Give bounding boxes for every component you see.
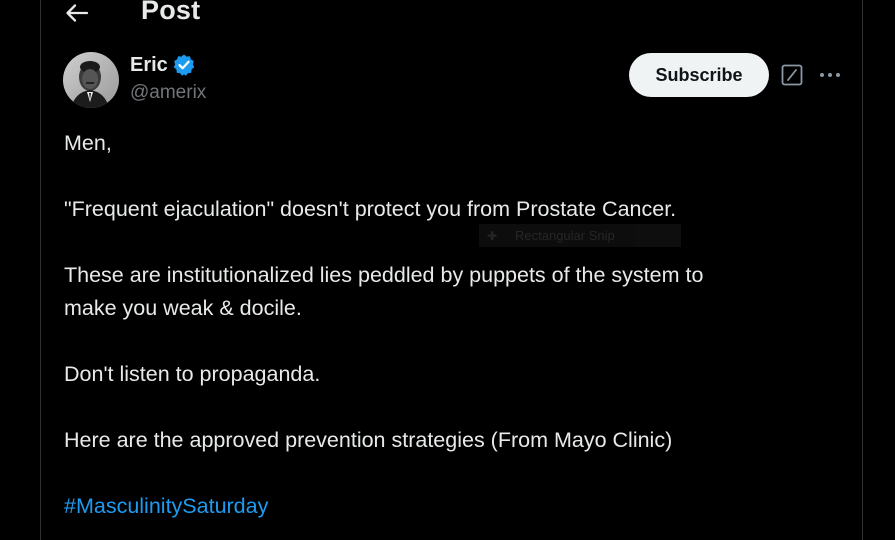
author-name-row: Eric bbox=[130, 53, 196, 77]
back-button[interactable] bbox=[61, 0, 93, 26]
page-title: Post bbox=[141, 0, 201, 25]
author-name[interactable]: Eric bbox=[130, 54, 168, 77]
post-column: Post Eric @amerix Subscribe Men, "Freque… bbox=[40, 0, 863, 540]
author-handle[interactable]: @amerix bbox=[130, 82, 206, 104]
snip-label: Rectangular Snip bbox=[515, 228, 615, 243]
avatar[interactable] bbox=[63, 52, 119, 108]
arrow-left-icon bbox=[66, 4, 89, 22]
verified-badge-icon[interactable] bbox=[172, 53, 196, 77]
snip-icon: ✚ bbox=[487, 228, 498, 243]
tweet-text-line: Men, bbox=[64, 131, 112, 155]
tweet-text-line: Don't listen to propaganda. bbox=[64, 362, 321, 386]
tweet-text-line: These are institutionalized lies peddled… bbox=[64, 263, 704, 287]
hashtag-link[interactable]: #MasculinitySaturday bbox=[64, 490, 268, 523]
subscribe-button[interactable]: Subscribe bbox=[629, 53, 769, 97]
snip-tool-overlay: ✚ Rectangular Snip bbox=[479, 224, 681, 247]
more-dots-icon[interactable] bbox=[818, 64, 842, 86]
tweet-text-line: "Frequent ejaculation" doesn't protect y… bbox=[64, 197, 677, 221]
tweet-text-line: make you weak & docile. bbox=[64, 296, 302, 320]
grok-icon[interactable] bbox=[781, 64, 803, 86]
tweet-text-line: Here are the approved prevention strateg… bbox=[64, 428, 673, 452]
